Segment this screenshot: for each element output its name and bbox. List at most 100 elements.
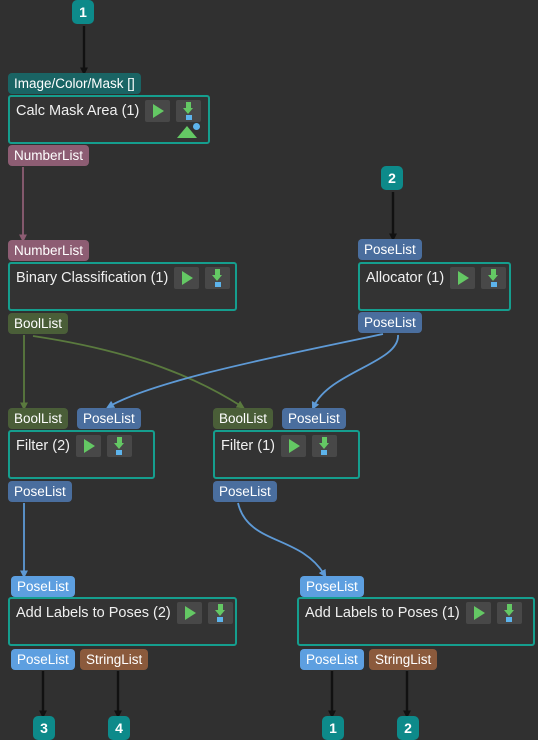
dl-head: [488, 275, 499, 281]
export-button[interactable]: [176, 100, 202, 122]
edge[interactable]: [311, 334, 399, 410]
node-body[interactable]: Calc Mask Area (1): [8, 95, 210, 144]
graph-node[interactable]: Binary Classification (1): [8, 262, 237, 311]
run-button[interactable]: [176, 602, 202, 624]
output-port[interactable]: PoseList: [300, 649, 364, 670]
edge[interactable]: [237, 502, 327, 578]
node-title: Allocator (1): [366, 269, 445, 286]
node-header-row: Binary Classification (1): [10, 264, 235, 292]
graph-node[interactable]: Allocator (1): [358, 262, 511, 311]
export-button[interactable]: [207, 602, 233, 624]
node-header-row: Add Labels to Poses (2): [10, 599, 235, 627]
play-icon: [288, 439, 300, 453]
output-badge[interactable]: 2: [397, 716, 419, 740]
play-icon: [182, 271, 194, 285]
dl-base: [217, 617, 224, 622]
download-icon: [502, 604, 517, 622]
edge[interactable]: [32, 335, 245, 409]
export-button[interactable]: [496, 602, 522, 624]
output-port[interactable]: NumberList: [8, 145, 90, 166]
output-badge[interactable]: 4: [108, 716, 130, 740]
run-button[interactable]: [280, 435, 306, 457]
run-button[interactable]: [465, 602, 491, 624]
export-button[interactable]: [311, 435, 337, 457]
node-graph-canvas[interactable]: 1 2 Image/Color/Mask [] Calc Mask Area (1)…: [0, 0, 538, 740]
output-port[interactable]: StringList: [369, 649, 438, 670]
dl-base: [490, 282, 497, 287]
graph-node[interactable]: Add Labels to Poses (2): [8, 597, 237, 646]
download-icon: [210, 269, 225, 287]
dl-head: [503, 610, 514, 616]
output-port[interactable]: PoseList: [213, 481, 277, 502]
input-port[interactable]: Image/Color/Mask []: [8, 73, 141, 94]
output-badge[interactable]: 1: [322, 716, 344, 740]
input-port[interactable]: PoseList: [77, 408, 141, 429]
input-port[interactable]: PoseList: [358, 239, 422, 260]
dl-base: [116, 450, 123, 455]
download-icon: [112, 437, 127, 455]
node-header-row: Filter (1): [215, 432, 358, 460]
export-button[interactable]: [106, 435, 132, 457]
output-port[interactable]: PoseList: [11, 649, 75, 670]
dl-base: [185, 115, 192, 120]
node-body[interactable]: Add Labels to Poses (1): [297, 597, 535, 646]
export-button[interactable]: [205, 267, 231, 289]
play-icon: [83, 439, 95, 453]
node-header-row: Calc Mask Area (1): [10, 97, 208, 125]
node-title: Add Labels to Poses (1): [305, 604, 460, 621]
image-preview-icon[interactable]: [175, 123, 201, 138]
dl-base: [321, 450, 328, 455]
node-body[interactable]: Allocator (1): [358, 262, 511, 311]
play-icon: [184, 606, 196, 620]
dl-base: [506, 617, 513, 622]
input-port[interactable]: NumberList: [8, 240, 90, 261]
dl-head: [318, 443, 329, 449]
play-icon: [153, 104, 165, 118]
node-body[interactable]: Filter (2): [8, 430, 155, 479]
run-button[interactable]: [174, 267, 200, 289]
dl-head: [113, 443, 124, 449]
input-port[interactable]: PoseList: [282, 408, 346, 429]
input-port[interactable]: BoolList: [213, 408, 274, 429]
play-icon: [473, 606, 485, 620]
graph-node[interactable]: Filter (1): [213, 430, 360, 479]
graph-node[interactable]: Filter (2): [8, 430, 155, 479]
node-header-row: Allocator (1): [360, 264, 509, 292]
sun-shape: [193, 123, 200, 130]
output-port[interactable]: PoseList: [358, 312, 422, 333]
input-port[interactable]: PoseList: [11, 576, 75, 597]
node-body[interactable]: Filter (1): [213, 430, 360, 479]
run-button[interactable]: [75, 435, 101, 457]
dl-head: [214, 610, 225, 616]
dl-head: [212, 275, 223, 281]
node-title: Calc Mask Area (1): [16, 102, 140, 119]
download-icon: [213, 604, 228, 622]
input-badge[interactable]: 1: [72, 0, 94, 24]
input-port[interactable]: PoseList: [300, 576, 364, 597]
export-button[interactable]: [481, 267, 507, 289]
node-title: Add Labels to Poses (2): [16, 604, 171, 621]
output-badge[interactable]: 3: [33, 716, 55, 740]
dl-head: [183, 108, 194, 114]
node-body[interactable]: Add Labels to Poses (2): [8, 597, 237, 646]
output-port[interactable]: BoolList: [8, 313, 69, 334]
node-title: Filter (1): [221, 437, 275, 454]
node-header-row: Filter (2): [10, 432, 153, 460]
node-title: Filter (2): [16, 437, 70, 454]
output-port[interactable]: StringList: [80, 649, 149, 670]
node-header-row: Add Labels to Poses (1): [299, 599, 533, 627]
output-port[interactable]: PoseList: [8, 481, 72, 502]
run-button[interactable]: [450, 267, 476, 289]
run-button[interactable]: [145, 100, 171, 122]
dl-base: [214, 282, 221, 287]
input-port[interactable]: BoolList: [8, 408, 69, 429]
node-title: Binary Classification (1): [16, 269, 169, 286]
node-body[interactable]: Binary Classification (1): [8, 262, 237, 311]
graph-node[interactable]: Calc Mask Area (1): [8, 95, 210, 144]
graph-node[interactable]: Add Labels to Poses (1): [297, 597, 535, 646]
download-icon: [317, 437, 332, 455]
download-icon: [181, 102, 196, 120]
edge[interactable]: [106, 333, 384, 409]
play-icon: [458, 271, 470, 285]
input-badge[interactable]: 2: [381, 166, 403, 190]
